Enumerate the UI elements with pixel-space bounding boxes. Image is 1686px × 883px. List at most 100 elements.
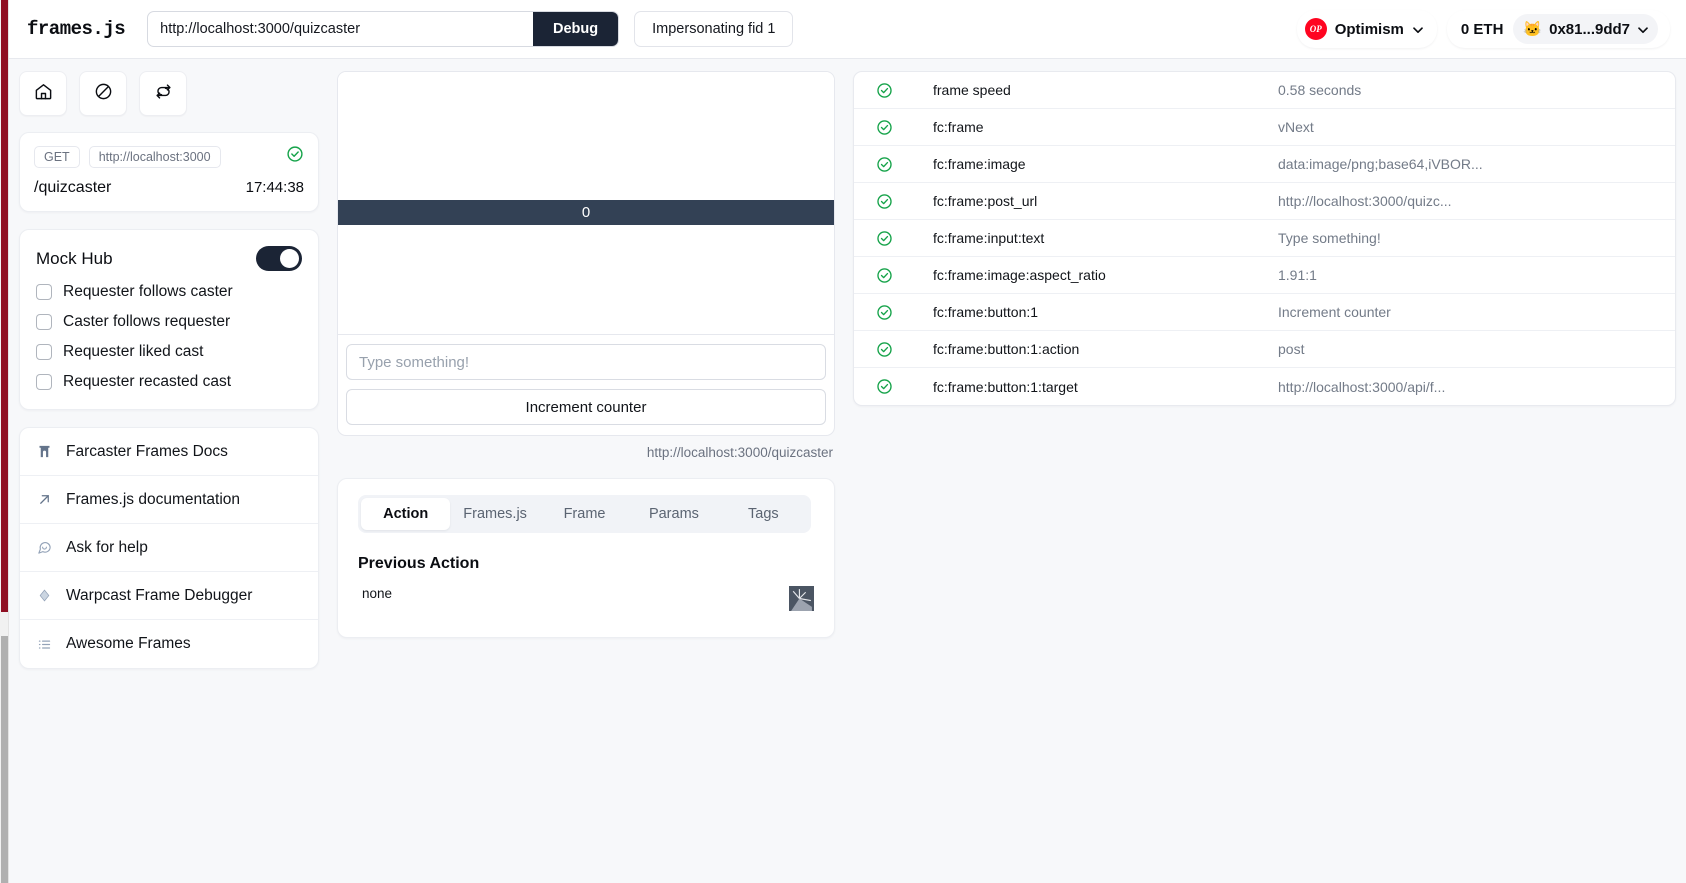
link-label: Frames.js documentation — [66, 490, 241, 508]
metadata-key: fc:frame:image:aspect_ratio — [933, 267, 1106, 283]
mock-option-caster-follows-requester[interactable]: Caster follows requester — [36, 313, 302, 331]
mock-option-requester-recasted-cast[interactable]: Requester recasted cast — [36, 373, 302, 391]
metadata-card: frame speed 0.58 seconds fc:frame vNext … — [853, 71, 1676, 406]
table-row: fc:frame:button:1 Increment counter — [854, 294, 1675, 331]
chat-smile-icon — [36, 540, 52, 556]
link-label: Farcaster Frames Docs — [66, 442, 228, 460]
mock-option-requester-liked-cast[interactable]: Requester liked cast — [36, 343, 302, 361]
link-ask-for-help[interactable]: Ask for help — [20, 524, 318, 572]
metadata-key: fc:frame:button:1:target — [933, 378, 1078, 395]
top-bar: frames.js Debug Impersonating fid 1 OP O… — [9, 0, 1686, 59]
metadata-value: 1.91:1 — [1278, 267, 1317, 283]
scrollbar-thumb-upper[interactable] — [1, 0, 8, 612]
clear-icon — [94, 82, 113, 106]
chevron-down-icon — [1637, 24, 1648, 35]
mock-hub-header: Mock Hub — [36, 246, 302, 271]
link-farcaster-frames-docs[interactable]: Farcaster Frames Docs — [20, 428, 318, 476]
chevron-down-icon — [1412, 24, 1423, 35]
status-ok-icon — [876, 82, 933, 99]
link-framesjs-documentation[interactable]: Frames.js documentation — [20, 476, 318, 524]
chain-name-label: Optimism — [1334, 20, 1404, 38]
clear-button[interactable] — [79, 71, 127, 116]
inspector-card: Action Frames.js Frame Params Tags Previ… — [337, 478, 835, 638]
link-warpcast-frame-debugger[interactable]: Warpcast Frame Debugger — [20, 572, 318, 620]
diamond-icon — [36, 588, 52, 604]
status-ok-icon — [876, 378, 933, 395]
link-label: Ask for help — [66, 538, 148, 556]
frame-image: 0 — [338, 72, 834, 335]
table-row: fc:frame:button:1:action post — [854, 331, 1675, 368]
mock-option-label: Requester liked cast — [63, 343, 204, 360]
mock-hub-title: Mock Hub — [36, 248, 113, 268]
left-sidebar: GET http://localhost:3000 /quizcaster 17… — [19, 71, 319, 669]
refresh-button[interactable] — [139, 71, 187, 116]
table-row: fc:frame:button:1:target http://localhos… — [854, 368, 1675, 405]
tab-tags[interactable]: Tags — [719, 498, 808, 530]
table-row: fc:frame:post_url http://localhost:3000/… — [854, 183, 1675, 220]
metadata-value: post — [1278, 341, 1305, 357]
frame-controls: Increment counter — [338, 335, 834, 435]
status-ok-icon — [876, 193, 933, 210]
checkbox[interactable] — [36, 344, 52, 360]
tab-framesjs[interactable]: Frames.js — [450, 498, 539, 530]
chain-selector[interactable]: OP Optimism — [1296, 10, 1437, 48]
url-bar: Debug — [147, 11, 620, 47]
link-label: Warpcast Frame Debugger — [66, 586, 253, 604]
status-ok-icon — [876, 230, 933, 247]
metadata-value: Increment counter — [1278, 304, 1391, 320]
optimism-icon: OP — [1304, 18, 1327, 40]
table-row: fc:frame:image:aspect_ratio 1.91:1 — [854, 257, 1675, 294]
table-row: fc:frame vNext — [854, 109, 1675, 146]
metadata-key: fc:frame:input:text — [933, 230, 1045, 246]
tab-frame[interactable]: Frame — [540, 498, 629, 530]
metadata-key: fc:frame:button:1:action — [933, 341, 1080, 357]
mock-hub-card: Mock Hub Requester follows caster Caster… — [19, 229, 319, 410]
mock-option-label: Requester recasted cast — [63, 373, 232, 390]
frame-image-counter: 0 — [338, 200, 834, 225]
checkbox[interactable] — [36, 284, 52, 300]
scrollbar-thumb-lower[interactable] — [1, 636, 8, 883]
mock-hub-toggle[interactable] — [256, 246, 302, 271]
refresh-icon — [154, 82, 173, 106]
tab-params[interactable]: Params — [629, 498, 718, 530]
request-time: 17:44:38 — [245, 179, 304, 196]
checkbox[interactable] — [36, 374, 52, 390]
wallet-area: OP Optimism 0 ETH 🐱 0x81...9dd7 — [1296, 10, 1670, 48]
metadata-value: 0.58 seconds — [1278, 82, 1362, 98]
mock-option-label: Requester follows caster — [63, 283, 233, 300]
status-ok-icon — [876, 304, 933, 321]
metadata-value: http://localhost:3000/quizc... — [1278, 193, 1452, 209]
page-scrollbar[interactable] — [0, 0, 9, 883]
arrow-up-right-icon — [36, 492, 52, 508]
status-ok-icon — [876, 156, 933, 173]
metadata-key: frame speed — [933, 82, 1011, 98]
request-card[interactable]: GET http://localhost:3000 /quizcaster 17… — [19, 132, 319, 212]
metadata-key: fc:frame:image — [933, 156, 1026, 172]
url-input[interactable] — [148, 12, 534, 46]
link-awesome-frames[interactable]: Awesome Frames — [20, 620, 318, 668]
toolbar — [19, 71, 319, 116]
metadata-value: http://localhost:3000/api/f... — [1278, 378, 1446, 395]
mock-option-label: Caster follows requester — [63, 313, 231, 330]
tab-action[interactable]: Action — [361, 498, 451, 530]
frame-preview-column: 0 Increment counter http://localhost:300… — [337, 71, 835, 638]
action-thumbnail-image — [789, 586, 814, 611]
frame-button-1[interactable]: Increment counter — [346, 389, 826, 425]
home-icon — [34, 82, 53, 106]
status-ok-icon — [876, 341, 933, 358]
frame-card: 0 Increment counter — [337, 71, 835, 436]
request-method: GET — [34, 145, 80, 168]
home-button[interactable] — [19, 71, 67, 116]
frame-source-url: http://localhost:3000/quizcaster — [646, 445, 833, 460]
address-chunk[interactable]: 🐱 0x81...9dd7 — [1513, 14, 1658, 44]
wallet-selector[interactable]: 0 ETH 🐱 0x81...9dd7 — [1446, 10, 1670, 48]
mock-option-requester-follows-caster[interactable]: Requester follows caster — [36, 283, 302, 301]
previous-action-value: none — [362, 586, 393, 601]
list-icon — [36, 636, 52, 652]
checkbox[interactable] — [36, 314, 52, 330]
debug-button[interactable]: Debug — [533, 12, 619, 46]
previous-action-title: Previous Action — [358, 555, 480, 572]
frame-text-input[interactable] — [346, 344, 826, 380]
toggle-knob — [280, 249, 299, 268]
impersonate-button[interactable]: Impersonating fid 1 — [634, 11, 794, 47]
